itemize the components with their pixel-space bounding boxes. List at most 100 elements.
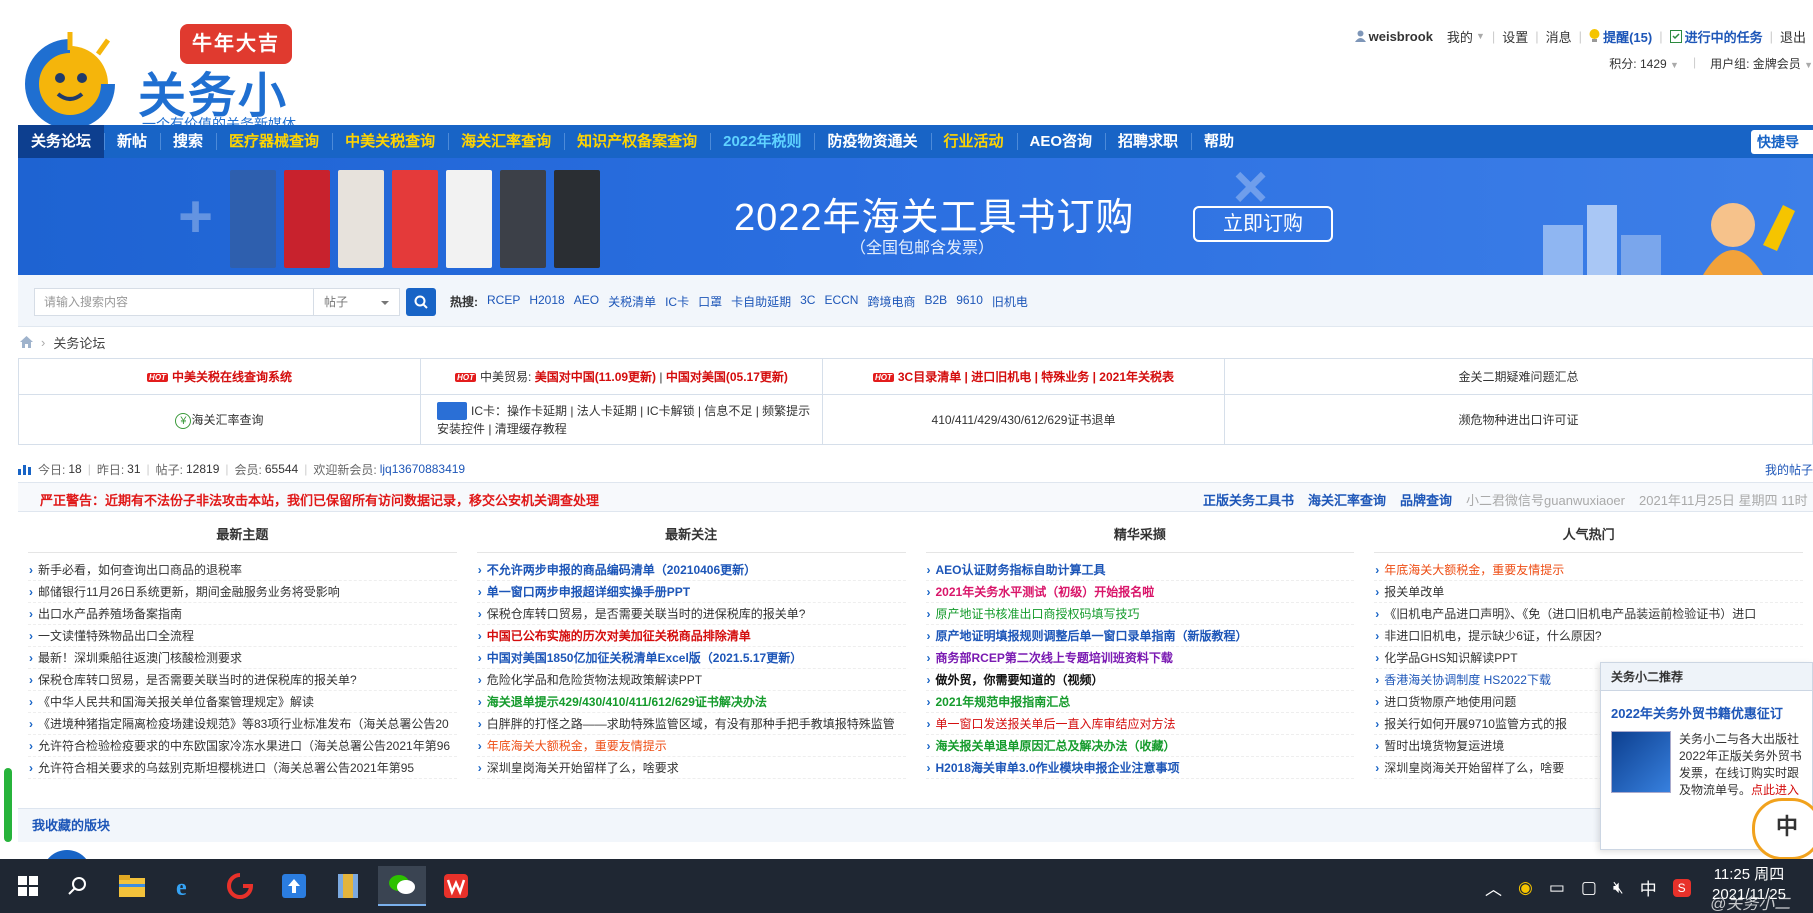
messages-link[interactable]: 消息 xyxy=(1539,27,1579,46)
rate-link[interactable]: 海关汇率查询 xyxy=(1308,490,1386,509)
topic-list-item[interactable]: 原产地证明填报规则调整后单一窗口录单指南（新版教程） xyxy=(925,625,1355,647)
topic-link[interactable]: 不允许两步申报的商品编码清单（20210406更新） xyxy=(487,563,756,577)
topic-link[interactable]: 非进口旧机电，提示缺少6证，什么原因? xyxy=(1384,629,1601,643)
quick-link-cell[interactable]: 410/411/429/430/612/629证书退单 xyxy=(822,394,1225,445)
topic-list-item[interactable]: 出口水产品养殖场备案指南 xyxy=(28,603,457,625)
topic-link[interactable]: 白胖胖的打怪之路——求助特殊监管区域，有没有那种手把手教填报特殊监管 xyxy=(487,717,895,731)
nav-events[interactable]: 行业活动 xyxy=(930,125,1017,158)
brand-link[interactable]: 品牌查询 xyxy=(1400,490,1452,509)
promo-banner[interactable]: + × 2022年海关工具书订购 （全国包邮含发票） 立即订购 xyxy=(18,158,1813,275)
battery-icon[interactable]: ▭ xyxy=(1549,878,1565,898)
jinguan-faq-link[interactable]: 金关二期疑难问题汇总 xyxy=(1458,370,1578,384)
nav-exchange-rate[interactable]: 海关汇率查询 xyxy=(448,125,564,158)
ime-indicator[interactable]: 中 xyxy=(1640,875,1657,900)
nav-help[interactable]: 帮助 xyxy=(1191,125,1247,158)
quick-link-cell[interactable]: HOT 中美关税在线查询系统 xyxy=(18,358,421,395)
topic-link[interactable]: 危险化学品和危险货物法规政策解读PPT xyxy=(487,673,702,687)
reminders-link[interactable]: 提醒(15) xyxy=(1582,27,1659,46)
nav-ip-record[interactable]: 知识产权备案查询 xyxy=(564,125,710,158)
nav-medical-device[interactable]: 医疗器械查询 xyxy=(216,125,332,158)
nav-us-china-tariff[interactable]: 中美关税查询 xyxy=(332,125,448,158)
topic-list-item[interactable]: 《旧机电产品进口声明》、《免（进口旧机电产品装运前检验证书）进口 xyxy=(1374,603,1803,625)
topic-list-item[interactable]: 白胖胖的打怪之路——求助特殊监管区域，有没有那种手把手教填报特殊监管 xyxy=(476,713,906,735)
logout-link[interactable]: 退出 xyxy=(1773,27,1813,46)
topic-link[interactable]: 出口水产品养殖场备案指南 xyxy=(38,607,182,621)
volume-muted-icon[interactable]: 🔇︎ xyxy=(1613,878,1624,898)
side-float-tab[interactable] xyxy=(4,768,12,842)
hot-keyword[interactable]: H2018 xyxy=(529,293,564,310)
topic-link[interactable]: 允许符合相关要求的乌兹别克斯坦樱桃进口（海关总署公告2021年第95 xyxy=(38,761,414,775)
topic-list-item[interactable]: 允许符合检验检疫要求的中东欧国家冷冻水果进口（海关总署公告2021年第96 xyxy=(28,735,457,757)
topic-list-item[interactable]: 做外贸，你需要知道的（视频） xyxy=(925,669,1355,691)
china-to-us-link[interactable]: 中国对美国(05.17更新) xyxy=(666,370,788,384)
hot-keyword[interactable]: RCEP xyxy=(487,293,520,310)
topic-list-item[interactable]: 原产地证书核准出口商授权码填写技巧 xyxy=(925,603,1355,625)
topic-list-item[interactable]: 海关退单提示429/430/410/411/612/629证书解决办法 xyxy=(476,691,906,713)
topic-list-item[interactable]: 不允许两步申报的商品编码清单（20210406更新） xyxy=(476,559,906,581)
qq-icon[interactable]: ◉ xyxy=(1518,878,1533,898)
user-group-menu[interactable]: 用户组: 金牌会员 ▼ xyxy=(1710,55,1813,72)
wechat-button[interactable] xyxy=(378,866,426,906)
nav-forum[interactable]: 关务论坛 xyxy=(18,125,105,158)
wps-button[interactable] xyxy=(432,866,480,906)
topic-list-item[interactable]: 2021年关务水平测试（初级）开始报名啦 xyxy=(925,581,1355,603)
newest-member-link[interactable]: ljq13670883419 xyxy=(380,462,465,476)
topic-link[interactable]: 年底海关大额税金，重要友情提示 xyxy=(1384,563,1564,577)
topic-link[interactable]: 保税仓库转口贸易，是否需要关联当时的进保税库的报关单? xyxy=(487,607,806,621)
topic-link[interactable]: 中国对美国1850亿加征关税清单Excel版（2021.5.17更新） xyxy=(487,651,802,665)
3c-catalog-links[interactable]: 3C目录清单 | 进口旧机电 | 特殊业务 | 2021年关税表 xyxy=(898,370,1174,384)
home-icon[interactable] xyxy=(20,336,33,348)
app-button[interactable] xyxy=(270,866,318,906)
us-to-china-link[interactable]: 美国对中国(11.09更新) xyxy=(535,370,656,384)
settings-link[interactable]: 设置 xyxy=(1495,27,1535,46)
topic-link[interactable]: 进口货物原产地使用问题 xyxy=(1384,695,1516,709)
quick-link-cell[interactable]: HOT 3C目录清单 | 进口旧机电 | 特殊业务 | 2021年关税表 xyxy=(822,358,1225,395)
mine-menu[interactable]: 我的 ▼ xyxy=(1440,27,1492,46)
topic-list-item[interactable]: 危险化学品和危险货物法规政策解读PPT xyxy=(476,669,906,691)
topic-list-item[interactable]: 年底海关大额税金，重要友情提示 xyxy=(1374,559,1803,581)
breadcrumb-current[interactable]: 关务论坛 xyxy=(53,333,105,352)
topic-link[interactable]: AEO认证财务指标自助计算工具 xyxy=(936,563,1106,577)
topic-link[interactable]: 报关行如何开展9710监管方式的报 xyxy=(1384,717,1567,731)
topic-link[interactable]: 2021年关务水平测试（初级）开始报名啦 xyxy=(936,585,1155,599)
nav-tariff-2022[interactable]: 2022年税则 xyxy=(710,125,814,158)
topic-link[interactable]: 香港海关协调制度 HS2022下载 xyxy=(1384,673,1551,687)
nav-new-posts[interactable]: 新帖 xyxy=(104,125,160,158)
nav-epidemic-supplies[interactable]: 防疫物资通关 xyxy=(814,125,930,158)
hot-keyword[interactable]: 旧机电 xyxy=(992,293,1028,310)
topic-list-item[interactable]: 最新！深圳乘船往返澳门核酸检测要求 xyxy=(28,647,457,669)
username-link[interactable]: weisbrook xyxy=(1348,29,1440,44)
quick-link-cell[interactable]: ¥ 海关汇率查询 xyxy=(18,394,421,445)
topic-link[interactable]: 允许符合检验检疫要求的中东欧国家冷冻水果进口（海关总署公告2021年第96 xyxy=(38,739,450,753)
book-thumbnail[interactable] xyxy=(1611,731,1671,793)
enter-link[interactable]: 点此进入 xyxy=(1751,783,1799,797)
start-button[interactable] xyxy=(4,866,52,906)
nav-jobs[interactable]: 招聘求职 xyxy=(1105,125,1191,158)
topic-link[interactable]: 新手必看，如何查询出口商品的退税率 xyxy=(38,563,242,577)
topic-link[interactable]: 单一窗口两步申报超详细实操手册PPT xyxy=(487,585,690,599)
topic-list-item[interactable]: 单一窗口两步申报超详细实操手册PPT xyxy=(476,581,906,603)
topic-link[interactable]: 海关退单提示429/430/410/411/612/629证书解决办法 xyxy=(487,695,767,709)
input-method-icon[interactable]: S xyxy=(1672,878,1691,897)
topic-list-item[interactable]: 保税仓库转口贸易，是否需要关联当时的进保税库的报关单? xyxy=(28,669,457,691)
topic-list-item[interactable]: 中国对美国1850亿加征关税清单Excel版（2021.5.17更新） xyxy=(476,647,906,669)
points-menu[interactable]: 积分: 1429 ▼ xyxy=(1609,55,1679,72)
topic-list-item[interactable]: 年底海关大额税金，重要友情提示 xyxy=(476,735,906,757)
recommend-title[interactable]: 2022年关务外贸书籍优惠征订 xyxy=(1601,691,1812,726)
certificate-return-link[interactable]: 410/411/429/430/612/629证书退单 xyxy=(932,413,1116,427)
topic-list-item[interactable]: H2018海关审单3.0作业模块申报企业注意事项 xyxy=(925,757,1355,779)
topic-link[interactable]: 报关单改单 xyxy=(1384,585,1444,599)
hot-keyword[interactable]: 跨境电商 xyxy=(867,293,915,310)
hot-keyword[interactable]: 9610 xyxy=(956,293,983,310)
quick-link-cell[interactable]: 濒危物种进出口许可证 xyxy=(1224,394,1813,445)
topic-link[interactable]: 单一窗口发送报关单后一直入库审结应对方法 xyxy=(936,717,1176,731)
topic-link[interactable]: 2021年规范申报指南汇总 xyxy=(936,695,1071,709)
chevron-up-icon[interactable]: ︿ xyxy=(1485,875,1502,900)
hot-keyword[interactable]: ECCN xyxy=(824,293,858,310)
topic-link[interactable]: H2018海关审单3.0作业模块申报企业注意事项 xyxy=(936,761,1180,775)
favorite-boards-header[interactable]: 我收藏的版块 xyxy=(18,808,1813,842)
app-button[interactable] xyxy=(216,866,264,906)
topic-link[interactable]: 《旧机电产品进口声明》、《免（进口旧机电产品装运前检验证书）进口 xyxy=(1384,607,1756,621)
site-logo[interactable]: 牛年大吉 关务小二 一个有价值的关务新媒体 xyxy=(18,10,318,193)
topic-link[interactable]: 中国已公布实施的历次对美加征关税商品排除清单 xyxy=(487,629,751,643)
